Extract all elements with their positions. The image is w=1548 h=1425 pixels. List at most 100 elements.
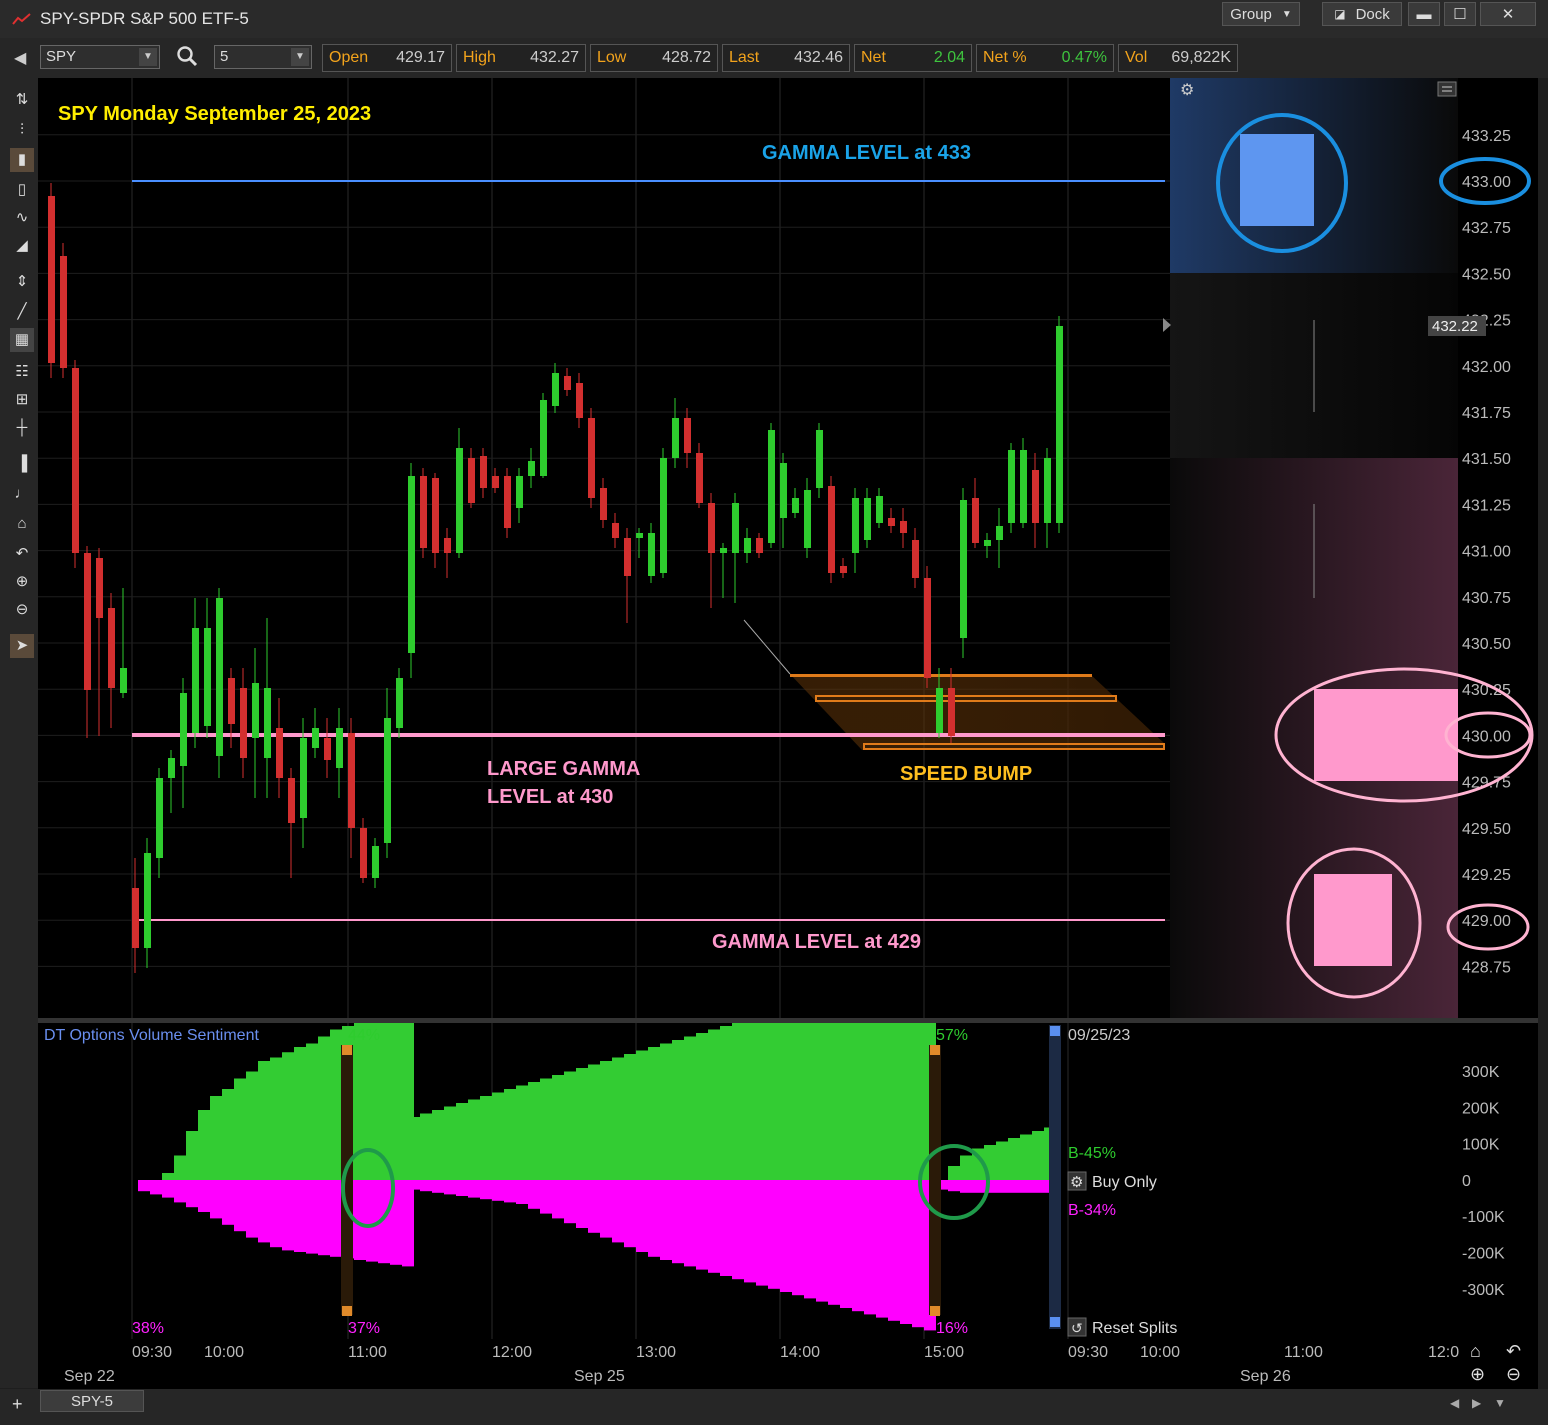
large-gamma-label-line2: LEVEL at 430: [487, 786, 613, 808]
candle-body: [120, 668, 127, 693]
sell-volume-bar: [360, 1180, 372, 1182]
candle-body: [708, 503, 715, 553]
pct-top-right: 57%: [936, 1027, 968, 1044]
menu-icon[interactable]: [1437, 81, 1457, 97]
sell-volume-bar: [444, 1180, 456, 1195]
buy-volume-bar: [840, 1023, 852, 1180]
quote-high: High 432.27: [456, 44, 586, 72]
buy-volume-bar: [792, 1023, 804, 1180]
candle-body: [1032, 470, 1039, 523]
buy-volume-bar: [306, 1043, 318, 1180]
pointer-icon[interactable]: ➤: [10, 634, 34, 658]
buy-volume-bar: [828, 1023, 840, 1180]
reset-glyph: ↺: [1071, 1320, 1083, 1336]
table-icon[interactable]: ☷: [10, 360, 34, 384]
speed-bump-zone: [790, 674, 1165, 750]
time-axis[interactable]: 09:30 10:00 11:00 12:00 13:00 14:00 15:00 09:30…: [38, 1339, 1538, 1389]
bar-chart-icon[interactable]: ▯: [10, 178, 34, 202]
sell-volume-bar: [258, 1180, 270, 1243]
chart-tab[interactable]: SPY-5: [40, 1390, 144, 1412]
buy-volume-bar: [444, 1106, 456, 1180]
candle-body: [372, 846, 379, 878]
layout-icon[interactable]: ⊞: [10, 388, 34, 412]
buy-volume-bar: [198, 1110, 210, 1180]
sell-volume-bar: [648, 1180, 660, 1257]
buy-volume-bar: [222, 1089, 234, 1180]
buy-volume-bar: [282, 1052, 294, 1180]
add-tab-icon[interactable]: +: [12, 1394, 23, 1415]
line-chart-icon[interactable]: ∿: [10, 206, 34, 230]
sell-volume-bar: [420, 1180, 432, 1192]
sell-volume-bar: [768, 1180, 780, 1289]
search-icon[interactable]: [176, 45, 198, 72]
scroll-left-icon[interactable]: ◀: [1450, 1396, 1459, 1410]
buy-volume-bar: [576, 1068, 588, 1180]
zoom-in-icon[interactable]: ⊕: [1470, 1364, 1485, 1385]
reset-splits-label[interactable]: Reset Splits: [1092, 1320, 1177, 1337]
dock-button[interactable]: ◪ Dock: [1322, 2, 1402, 26]
candle-body: [900, 521, 907, 533]
chevron-down-icon[interactable]: ▼: [139, 48, 157, 66]
group-button[interactable]: Group ▼: [1222, 2, 1300, 26]
quote-open: Open 429.17: [322, 44, 452, 72]
buy-only-label[interactable]: Buy Only: [1092, 1174, 1157, 1191]
speed-bump-line: [790, 674, 1092, 677]
buy-volume-bar: [744, 1023, 756, 1180]
crosshair-icon[interactable]: ⇅: [10, 88, 34, 112]
candle-body: [96, 558, 103, 618]
home-icon[interactable]: ⌂: [1470, 1341, 1481, 1362]
zoom-out-icon[interactable]: ⊖: [1506, 1364, 1521, 1385]
vertical-measure-icon[interactable]: ⇕: [10, 270, 34, 294]
sentiment-chart-svg[interactable]: DT Options Volume Sentiment 44% 57% 38% …: [38, 1023, 1538, 1339]
candle-body: [300, 738, 307, 818]
price-scale-icon[interactable]: ▐: [10, 452, 34, 476]
zoom-out-icon[interactable]: ⊖: [10, 598, 34, 622]
buy-volume-bar: [912, 1023, 924, 1180]
grid-icon[interactable]: ▦: [10, 328, 34, 352]
candlestick-icon[interactable]: ▮: [10, 148, 34, 172]
ohlc-bar-icon[interactable]: ⫶: [10, 118, 34, 142]
gear-icon[interactable]: ⚙: [1180, 82, 1194, 99]
undo-icon[interactable]: ↶: [1506, 1341, 1521, 1362]
sell-volume-bar: [900, 1180, 912, 1324]
price-label: 430.00: [1462, 728, 1511, 745]
sell-volume-bar: [456, 1180, 468, 1196]
date-label: Sep 25: [574, 1368, 625, 1385]
interval-input[interactable]: 5 ▼: [214, 45, 312, 69]
sell-volume-bar: [612, 1180, 624, 1243]
home-icon[interactable]: ⌂: [10, 512, 34, 536]
price-label: 429.00: [1462, 913, 1511, 930]
quote-label: Low: [597, 49, 627, 66]
small-marker-icon[interactable]: ♩: [10, 482, 34, 506]
buy-volume-bar: [318, 1036, 330, 1180]
split-marker-right[interactable]: [929, 1045, 941, 1315]
candle-body: [276, 728, 283, 778]
buy-volume-bar: [162, 1173, 174, 1180]
close-button[interactable]: ✕: [1480, 2, 1536, 26]
buy-volume-bar: [612, 1057, 624, 1180]
sell-volume-bar: [708, 1180, 720, 1273]
zoom-in-icon[interactable]: ⊕: [10, 570, 34, 594]
gamma-433-label: GAMMA LEVEL at 433: [762, 142, 971, 164]
quote-value: 428.72: [662, 49, 711, 66]
price-chart-panel[interactable]: ⚙ SPY Monday September 25, 2023 GAMMA LE…: [38, 78, 1538, 1018]
sell-volume-bar: [222, 1180, 234, 1225]
maximize-button[interactable]: ☐: [1444, 2, 1476, 26]
trendline-icon[interactable]: ╱: [10, 300, 34, 324]
undo-icon[interactable]: ↶: [10, 542, 34, 566]
split-icon[interactable]: ┼: [10, 416, 34, 440]
sentiment-panel[interactable]: DT Options Volume Sentiment 44% 57% 38% …: [38, 1023, 1538, 1339]
scroll-down-icon[interactable]: ▼: [1494, 1396, 1506, 1410]
price-chart-svg[interactable]: ⚙ SPY Monday September 25, 2023 GAMMA LE…: [38, 78, 1538, 1018]
symbol-input[interactable]: SPY ▼: [40, 45, 160, 69]
candle-body: [840, 566, 847, 573]
session-marker[interactable]: [1049, 1025, 1061, 1329]
scroll-right-icon[interactable]: ▶: [1472, 1396, 1481, 1410]
sell-volume-bar: [396, 1180, 408, 1188]
buy-volume-bar: [600, 1061, 612, 1180]
collapse-left-icon[interactable]: ◀: [14, 48, 30, 68]
minimize-button[interactable]: ▬: [1408, 2, 1440, 26]
candle-body: [480, 456, 487, 488]
area-chart-icon[interactable]: ◢: [10, 234, 34, 258]
chevron-down-icon[interactable]: ▼: [291, 48, 309, 66]
